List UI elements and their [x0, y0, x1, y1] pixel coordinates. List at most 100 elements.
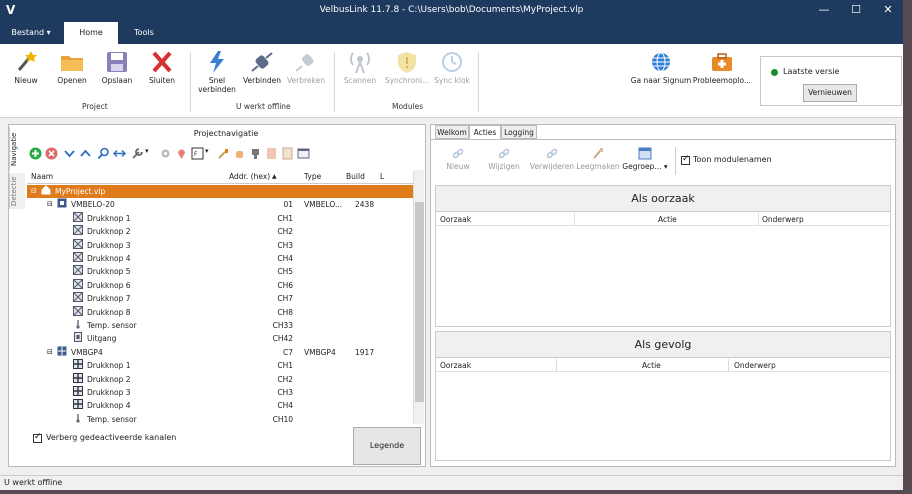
tree-row[interactable]: Drukknop 4 CH4	[27, 252, 413, 265]
sync-clock-button[interactable]: Sync klok	[432, 50, 472, 85]
tree-row[interactable]: Drukknop 1 CH1	[27, 211, 413, 225]
tree-row[interactable]: Drukknop 2 CH2	[27, 225, 413, 238]
window-icon[interactable]	[297, 147, 310, 160]
note-icon[interactable]	[265, 147, 278, 160]
location-pin-icon[interactable]	[175, 147, 188, 160]
wrench-icon[interactable]	[131, 147, 144, 160]
chevron-down-icon[interactable]: ▾	[145, 147, 149, 155]
col-subject[interactable]: Onderwerp	[762, 215, 804, 224]
chevron-up-icon[interactable]	[79, 147, 92, 160]
col-name[interactable]: Naam	[31, 172, 53, 181]
col-subject[interactable]: Onderwerp	[734, 361, 776, 370]
tree-row[interactable]: Drukknop 3 CH3	[27, 238, 413, 252]
tab-detection[interactable]: Detectie	[9, 173, 25, 209]
tab-bestand[interactable]: Bestand ▾	[0, 22, 62, 44]
col-action[interactable]: Actie	[642, 361, 661, 370]
chevron-down-icon[interactable]	[63, 147, 76, 160]
tree-row[interactable]: Drukknop 6 CH6	[27, 278, 413, 292]
tree-row-build: 1917	[355, 347, 375, 357]
tab-navigation[interactable]: Navigatie	[9, 127, 25, 171]
col-build[interactable]: Build	[346, 172, 365, 181]
col-cause[interactable]: Oorzaak	[440, 215, 471, 224]
tree-row[interactable]: ⊟ VMBELO-20 01 VMBELO... 2438	[27, 198, 413, 211]
tree-row[interactable]: ⊟ VMBGP4 C7 VMBGP4 1917	[27, 346, 413, 359]
tree-row[interactable]: Uitgang CH42	[27, 332, 413, 345]
troubleshoot-button[interactable]: Probleemoplo...	[692, 50, 752, 85]
col-cause[interactable]: Oorzaak	[440, 361, 471, 370]
scroll-thumb[interactable]	[415, 202, 424, 402]
tree-row-address: CH10	[272, 414, 293, 424]
tab-home[interactable]: Home	[64, 22, 118, 44]
plug-icon[interactable]	[249, 147, 262, 160]
search-icon[interactable]	[97, 147, 110, 160]
tree-row[interactable]: Temp. sensor CH33	[27, 319, 413, 332]
version-box: Laatste versie Vernieuwen	[760, 56, 902, 106]
tree-row-address: CH33	[272, 321, 293, 330]
delete-action-button[interactable]: Verwijderen	[527, 147, 577, 171]
tab-tools[interactable]: Tools	[120, 22, 168, 44]
collapse-icon[interactable]: ⊟	[31, 185, 37, 198]
hide-disabled-checkbox[interactable]	[33, 432, 42, 443]
link-delete-icon	[546, 148, 558, 159]
edit-action-button[interactable]: Wijzigen	[481, 147, 527, 171]
tree-row[interactable]: Drukknop 8 CH8	[27, 305, 413, 319]
clear-actions-button[interactable]: Leegmaken	[575, 147, 621, 171]
move-icon[interactable]	[113, 147, 126, 160]
connect-button[interactable]: Verbinden	[242, 50, 282, 85]
tree-row[interactable]: Drukknop 1 CH1	[27, 359, 413, 372]
actions-panel: Welkom Acties Logging Nieuw Wijzigen Ver…	[430, 124, 897, 467]
document-icon[interactable]	[281, 147, 294, 160]
col-action[interactable]: Actie	[658, 215, 677, 224]
quick-connect-button[interactable]: Snel verbinden	[196, 50, 238, 94]
as-effect-columns: Oorzaak Actie Onderwerp	[436, 359, 890, 372]
as-effect-title: Als gevolg	[436, 332, 890, 358]
tree-row[interactable]: Drukknop 4 CH4	[27, 399, 413, 412]
show-module-names-checkbox[interactable]	[681, 154, 690, 165]
save-button[interactable]: Opslaan	[97, 50, 137, 85]
col-l[interactable]: L	[380, 172, 384, 181]
tree-row[interactable]: Temp. sensor CH10	[27, 413, 413, 424]
remove-icon[interactable]	[45, 147, 58, 160]
tree-row[interactable]: Drukknop 7 CH7	[27, 292, 413, 305]
close-project-button[interactable]: Sluiten	[142, 50, 182, 85]
close-window-button[interactable]: ✕	[874, 0, 902, 22]
gear-icon[interactable]	[159, 147, 172, 160]
maximize-button[interactable]: ☐	[842, 0, 870, 22]
tree-row[interactable]: Drukknop 3 CH3	[27, 386, 413, 399]
tab-acties[interactable]: Acties	[469, 125, 501, 139]
tree-row-project[interactable]: ⊟ MyProject.vlp	[27, 185, 413, 199]
refresh-button[interactable]: Vernieuwen	[803, 84, 857, 102]
hand-icon[interactable]	[233, 147, 246, 160]
new-action-button[interactable]: Nieuw	[435, 147, 481, 171]
tab-welkom[interactable]: Welkom	[435, 125, 469, 139]
legend-button[interactable]: Legende	[353, 427, 421, 465]
new-button[interactable]: Nieuw	[6, 50, 46, 85]
tree-scrollbar[interactable]	[413, 170, 424, 424]
add-icon[interactable]	[29, 147, 42, 160]
sort-asc-icon: ▲	[272, 173, 277, 180]
chevron-down-icon[interactable]: ▾	[205, 147, 209, 155]
grouped-dropdown[interactable]: Gegroep... ▾	[617, 147, 673, 171]
tree-row[interactable]: Drukknop 5 CH5	[27, 265, 413, 278]
ribbon-tabs: Bestand ▾ Home Tools	[0, 22, 903, 44]
col-addr[interactable]: Addr. (hex)	[229, 172, 270, 181]
toolbar-separator	[675, 147, 676, 175]
tree-row-address: CH1	[277, 361, 293, 371]
project-navigation-panel: Navigatie Detectie Projectnavigatie ▾ F …	[8, 124, 426, 467]
warning-shield-icon	[398, 52, 416, 73]
brush-icon[interactable]	[217, 147, 230, 160]
minimize-button[interactable]: —	[810, 0, 838, 22]
col-type[interactable]: Type	[304, 172, 321, 181]
scan-button[interactable]: Scannen	[340, 50, 380, 85]
as-cause-columns: Oorzaak Actie Onderwerp	[436, 213, 890, 226]
project-nav-title: Projectnavigatie	[193, 129, 259, 138]
ribbon: Nieuw Openen Opslaan Sluiten Project Sne…	[0, 44, 903, 118]
broom-icon	[593, 148, 603, 159]
disconnect-button[interactable]: Verbreken	[286, 50, 326, 85]
frame-icon[interactable]: F	[191, 147, 204, 160]
synchronize-button[interactable]: Synchroni...	[384, 50, 430, 85]
tab-logging[interactable]: Logging	[501, 125, 537, 139]
open-button[interactable]: Openen	[52, 50, 92, 85]
go-to-signum-button[interactable]: Ga naar Signum	[630, 50, 692, 85]
tree-row[interactable]: Drukknop 2 CH2	[27, 372, 413, 386]
